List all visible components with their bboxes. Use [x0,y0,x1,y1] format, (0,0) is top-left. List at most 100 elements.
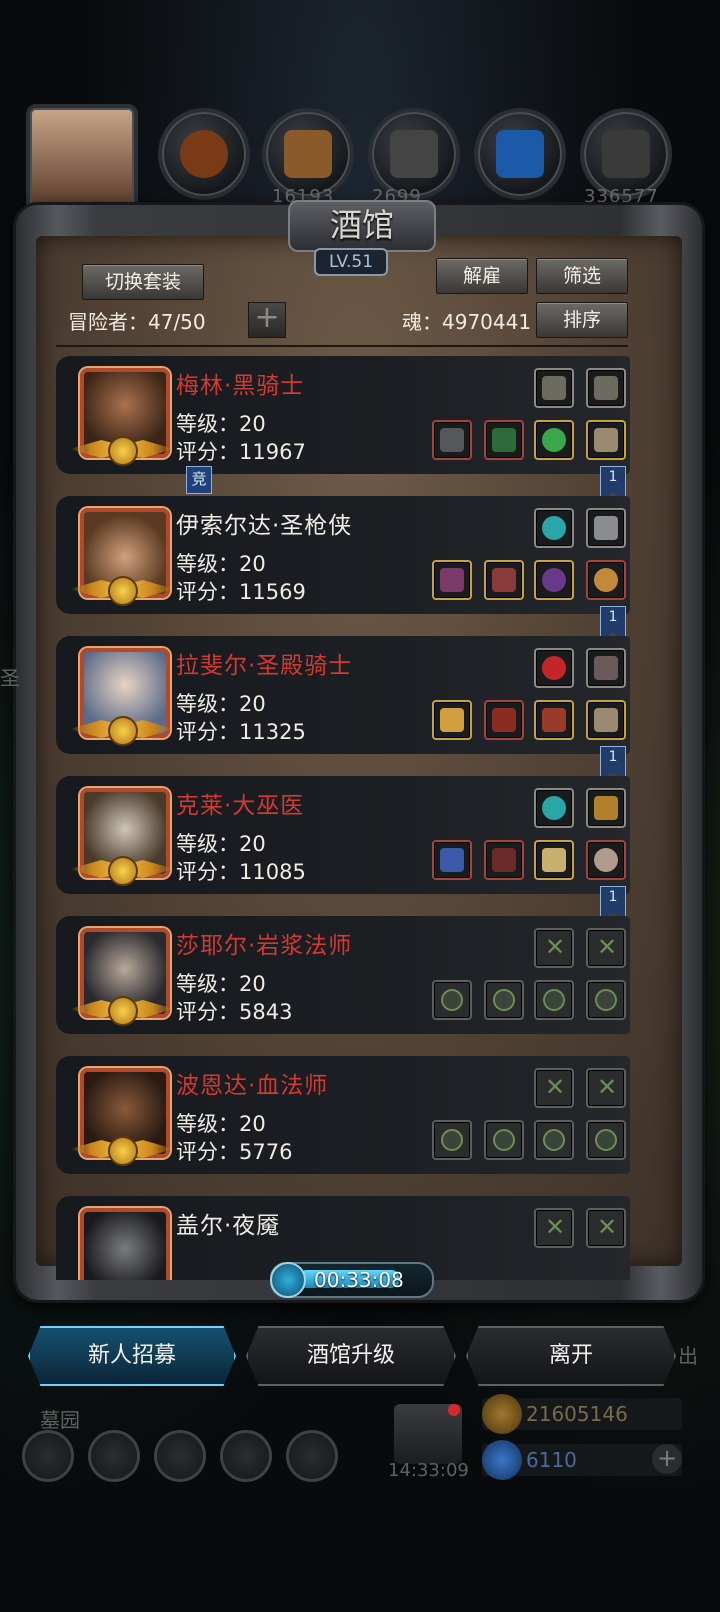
armor-slot-icon[interactable] [484,840,524,880]
armor-slot-icon[interactable] [484,560,524,600]
hero-score: 评分：11085 [176,860,306,884]
bow-slot-icon[interactable] [586,368,626,408]
add-adventurer-button[interactable]: + [248,302,286,338]
player-portrait[interactable] [26,104,138,212]
hero-card[interactable]: 克莱·大巫医 等级：20 评分：11085 [56,776,630,894]
emblem-slot-icon[interactable] [586,508,626,548]
empty-slot-icon[interactable] [534,1208,574,1248]
hero-name: 梅林·黑骑士 [176,373,305,399]
staff-slot-icon[interactable] [432,840,472,880]
empty-weapon-slot-icon[interactable] [432,1120,472,1160]
empty-armor-slot-icon[interactable] [484,980,524,1020]
hero-level: 等级：20 [176,552,266,576]
gem-amount: 6110 [526,1448,577,1472]
hero-score: 评分：11325 [176,720,306,744]
gem-slot-icon[interactable] [534,648,574,688]
gem-slot-icon[interactable] [534,508,574,548]
empty-slot-icon[interactable] [586,928,626,968]
hero-level: 等级：20 [176,692,266,716]
filter-button[interactable]: 筛选 [536,258,628,294]
mail-icon[interactable] [220,1430,272,1482]
lantern-slot-icon[interactable] [586,788,626,828]
team-flag: 1 [600,886,626,920]
empty-slot-icon[interactable] [534,1120,574,1160]
armor-slot-icon[interactable] [484,420,524,460]
upgrade-tavern-button[interactable]: 酒馆升级 [246,1326,456,1386]
empty-armor-slot-icon[interactable] [484,1120,524,1160]
team-flag: 1 [600,606,626,640]
empty-weapon-slot-icon[interactable] [432,980,472,1020]
sword-slot-icon[interactable] [432,420,472,460]
hero-card[interactable]: 拉斐尔·圣殿骑士 等级：20 评分：11325 [56,636,630,754]
scroll-slot-icon[interactable] [534,840,574,880]
iron-amount: 336577 [584,186,659,207]
hero-list[interactable]: 梅林·黑骑士 等级：20 评分：11967 竞 1 伊索尔达·圣枪侠 等级：20… [56,350,646,1280]
menu-icon[interactable] [22,1430,74,1482]
side-label-left: 圣 [0,666,20,690]
hero-card[interactable]: 伊索尔达·圣枪侠 等级：20 评分：11569 [56,496,630,614]
empty-slot-icon[interactable] [586,980,626,1020]
notification-dot [448,1404,460,1416]
game-clock: 14:33:09 [388,1460,469,1481]
empty-slot-icon[interactable] [534,1068,574,1108]
add-gem-button[interactable]: + [652,1444,682,1474]
hero-level: 等级：20 [176,972,266,996]
switch-outfit-button[interactable]: 切换套装 [82,264,204,300]
hero-score: 评分：11569 [176,580,306,604]
team-flag: 1 [600,746,626,780]
mask-slot-icon[interactable] [586,420,626,460]
rank-medal-icon [108,576,138,606]
bag-icon[interactable] [154,1430,206,1482]
empty-slot-icon[interactable] [534,928,574,968]
gem-slot-icon[interactable] [534,788,574,828]
rank-medal-icon [108,1136,138,1166]
quiver-slot-icon[interactable] [586,648,626,688]
talisman-slot-icon[interactable] [586,840,626,880]
empty-slot-icon[interactable] [586,1068,626,1108]
necklace-slot-icon[interactable] [534,700,574,740]
team-flag: 1 [600,466,626,500]
clock-icon [270,1262,306,1298]
gold-amount: 21605146 [526,1402,628,1426]
ring-slot-icon[interactable] [534,420,574,460]
hero-name: 波恩达·血法师 [176,1073,329,1099]
rank-medal-icon [108,996,138,1026]
armor-slot-icon[interactable] [484,700,524,740]
empty-slot-icon[interactable] [586,1208,626,1248]
leave-button[interactable]: 离开 [466,1326,676,1386]
adventurer-count: 冒险者：47/50 [68,310,206,334]
recruit-button[interactable]: 新人招募 [28,1326,236,1386]
divider [56,345,628,347]
mask-slot-icon[interactable] [586,700,626,740]
hero-level: 等级：20 [176,412,266,436]
hero-score: 评分：5843 [176,1000,293,1024]
gold-coin-icon [482,1394,522,1434]
hero-card[interactable]: 波恩达·血法师 等级：20 评分：5776 [56,1056,630,1174]
sort-button[interactable]: 排序 [536,302,628,338]
rank-medal-icon [108,856,138,886]
tavern-timer: 00:33:08 [270,1262,434,1298]
ring-slot-icon[interactable] [534,560,574,600]
hero-name: 莎耶尔·岩浆法师 [176,933,353,959]
hero-name: 拉斐尔·圣殿骑士 [176,653,353,679]
hammer-slot-icon[interactable] [432,700,472,740]
hero-icon[interactable] [88,1430,140,1482]
crystal-resource-icon[interactable] [474,108,566,200]
amulet-slot-icon[interactable] [586,560,626,600]
lance-slot-icon[interactable] [432,560,472,600]
hero-avatar [80,1208,170,1280]
tavern-level: LV.51 [314,248,388,276]
settings-icon[interactable] [286,1430,338,1482]
side-label-right: 出 [678,1344,698,1368]
empty-slot-icon[interactable] [534,980,574,1020]
meat-resource-icon[interactable] [158,108,250,200]
gem-icon [482,1440,522,1480]
hero-card[interactable]: 莎耶尔·岩浆法师 等级：20 评分：5843 [56,916,630,1034]
hero-score: 评分：5776 [176,1140,293,1164]
bow-slot-icon[interactable] [534,368,574,408]
empty-slot-icon[interactable] [586,1120,626,1160]
hero-card[interactable]: 梅林·黑骑士 等级：20 评分：11967 [56,356,630,474]
hero-level: 等级：20 [176,1112,266,1136]
soul-amount: 魂：4970441 [402,310,532,334]
dismiss-button[interactable]: 解雇 [436,258,528,294]
